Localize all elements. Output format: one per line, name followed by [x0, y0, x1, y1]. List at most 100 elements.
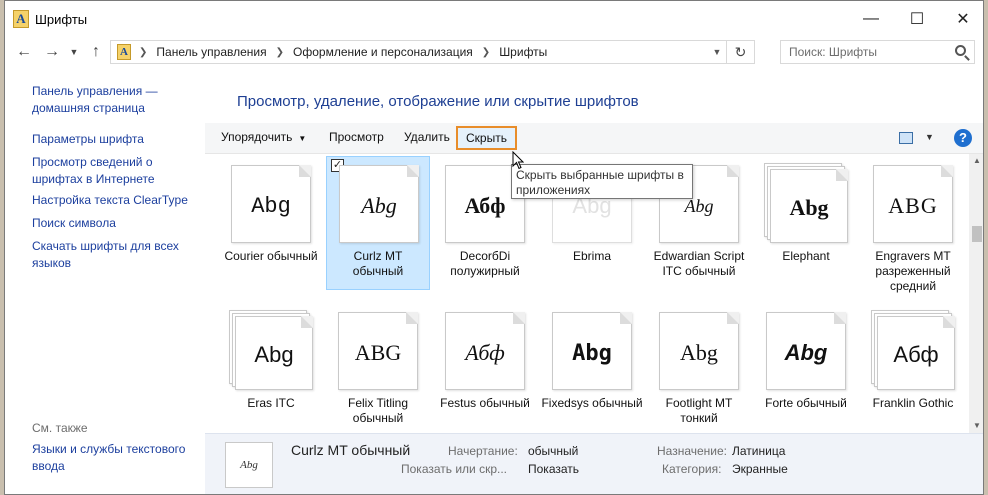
font-tile-festus[interactable]: Абф Festus обычный	[433, 304, 537, 433]
selected-font-thumbnail: Abg	[225, 442, 273, 488]
font-family-icon: Abg	[764, 163, 848, 243]
font-tile-curlz-mt[interactable]: ✓ Abg Curlz MT обычный	[326, 156, 430, 290]
chevron-right-icon[interactable]: ❯	[276, 47, 284, 58]
font-tile-franklin-gothic[interactable]: Абф Franklin Gothic	[861, 304, 965, 433]
font-tile-label: DecorбDi полужирный	[450, 249, 520, 278]
style-label: Начертание:	[448, 444, 518, 458]
font-tile-label: Forte обычный	[765, 396, 847, 410]
back-arrow-icon[interactable]: ←	[13, 42, 35, 62]
view-options-chevron-icon[interactable]: ▼	[925, 132, 934, 142]
font-tile-courier[interactable]: Abg Courier обычный	[219, 157, 323, 291]
font-sample: Abg	[572, 340, 612, 366]
selected-font-name: Curlz MT обычный	[291, 442, 411, 458]
address-bar: ← → ▼ ↑ A ❯ Панель управления ❯ Оформлен…	[5, 37, 983, 67]
hide-tooltip: Скрыть выбранные шрифты в приложениях	[511, 164, 693, 199]
close-button[interactable]: ✕	[940, 1, 983, 37]
font-family-icon: Abg	[229, 310, 313, 390]
maximize-button[interactable]: ☐	[894, 1, 940, 37]
font-sample: ABG	[354, 340, 402, 365]
sidebar-link-language-services[interactable]: Языки и службы текстового ввода	[32, 441, 192, 475]
font-tile-label: Edwardian Script ITC обычный	[653, 249, 745, 278]
scroll-up-icon[interactable]: ▲	[969, 154, 983, 168]
breadcrumb-item-control-panel[interactable]: Панель управления	[156, 45, 266, 59]
font-tile-footlight-mt[interactable]: Abg Footlight MT тонкий	[647, 304, 751, 433]
font-tile-eras-itc[interactable]: Abg Eras ITC	[219, 304, 323, 433]
sidebar-link-font-info-online[interactable]: Просмотр сведений о шрифтах в Интернете	[32, 154, 192, 188]
font-tile-label: Ebrima	[572, 249, 611, 263]
chevron-right-icon[interactable]: ❯	[139, 47, 147, 58]
hide-button[interactable]: Скрыть	[456, 126, 517, 150]
window-title: Шрифты	[35, 12, 88, 27]
chevron-down-icon: ▼	[298, 134, 307, 143]
font-file-icon: Abg	[764, 310, 848, 390]
scroll-down-icon[interactable]: ▼	[969, 419, 983, 433]
font-sample: ABG	[888, 193, 938, 218]
details-pane: Abg Curlz MT обычный Начертание: обычный…	[205, 433, 983, 494]
address-dropdown-icon[interactable]: ▼	[708, 47, 726, 57]
font-sample: Abg	[680, 340, 718, 365]
forward-arrow-icon[interactable]: →	[41, 42, 63, 62]
help-icon[interactable]: ?	[954, 129, 972, 147]
font-sample: Abg	[361, 193, 397, 218]
breadcrumb-item-appearance[interactable]: Оформление и персонализация	[293, 45, 473, 59]
search-icon[interactable]	[955, 45, 966, 56]
sidebar-link-cleartype[interactable]: Настройка текста ClearType	[32, 192, 192, 209]
page-title: Просмотр, удаление, отображение или скры…	[237, 93, 639, 110]
see-also-heading: См. также	[32, 421, 88, 435]
category-label: Категория:	[662, 462, 722, 476]
delete-button[interactable]: Удалить	[396, 126, 458, 150]
font-tile-label: Eras ITC	[247, 396, 295, 410]
recent-locations-chevron-icon[interactable]: ▼	[63, 42, 85, 62]
minimize-button[interactable]: —	[848, 1, 894, 37]
font-tile-elephant[interactable]: Abg Elephant	[754, 157, 858, 291]
font-tile-label: Felix Titling обычный	[347, 396, 409, 425]
search-input[interactable]	[789, 45, 949, 59]
sidebar-link-find-character[interactable]: Поиск символа	[32, 215, 192, 232]
font-tile-label: Curlz MT обычный	[352, 249, 404, 278]
font-tile-label: Footlight MT тонкий	[665, 396, 733, 425]
sidebar-link-download-fonts[interactable]: Скачать шрифты для всех языков	[32, 238, 192, 272]
breadcrumb[interactable]: A ❯ Панель управления ❯ Оформление и пер…	[110, 40, 755, 64]
sidebar: Панель управления — домашняя страница Па…	[5, 67, 205, 494]
scrollbar-thumb[interactable]	[972, 226, 982, 242]
breadcrumb-item-fonts[interactable]: Шрифты	[499, 45, 547, 59]
sidebar-link-control-panel-home[interactable]: Панель управления — домашняя страница	[32, 83, 192, 117]
font-tile-engravers-mt[interactable]: ABG Engravers MT разреженный средний	[861, 157, 965, 293]
search-box[interactable]	[780, 40, 975, 64]
font-tile-label: Engravers MT разреженный средний	[875, 249, 951, 293]
font-sample: Абф	[465, 340, 505, 365]
show-hide-value: Показать	[528, 462, 580, 476]
sidebar-link-font-settings[interactable]: Параметры шрифта	[32, 131, 192, 148]
font-family-icon: Абф	[871, 310, 955, 390]
title-bar: A Шрифты — ☐ ✕	[5, 1, 983, 37]
font-tile-label: Fixedsys обычный	[541, 396, 643, 410]
purpose-value: Латиница	[732, 444, 786, 458]
show-hide-label: Показать или скр...	[401, 462, 508, 476]
font-sample: Абф	[464, 193, 506, 218]
up-arrow-icon[interactable]: ↑	[85, 42, 107, 62]
command-toolbar: Упорядочить ▼ Просмотр Удалить Скрыть ▼ ?	[205, 123, 983, 154]
refresh-icon[interactable]: ↻	[726, 41, 754, 63]
font-sample: Abg	[254, 342, 294, 367]
font-tile-forte[interactable]: Abg Forte обычный	[754, 304, 858, 433]
font-tile-felix-titling[interactable]: ABG Felix Titling обычный	[326, 304, 430, 433]
font-tile-label: Festus обычный	[440, 396, 530, 410]
font-file-icon: ABG	[336, 310, 420, 390]
font-tile-fixedsys[interactable]: Abg Fixedsys обычный	[540, 304, 644, 433]
organize-button[interactable]: Упорядочить ▼	[213, 126, 314, 150]
font-file-icon: Abg	[657, 310, 741, 390]
preview-button[interactable]: Просмотр	[321, 126, 392, 150]
mouse-cursor-icon	[512, 151, 524, 170]
font-file-icon: Абф	[443, 310, 527, 390]
fonts-location-icon: A	[117, 44, 131, 60]
font-tile-label: Elephant	[782, 249, 830, 263]
font-file-icon: Abg	[337, 163, 421, 243]
font-file-icon: Abg	[229, 163, 313, 243]
category-value: Экранные	[732, 462, 788, 476]
vertical-scrollbar[interactable]: ▲ ▼	[969, 154, 983, 433]
font-file-icon: ABG	[871, 163, 955, 243]
organize-label: Упорядочить	[221, 130, 293, 144]
change-view-icon[interactable]	[899, 132, 913, 144]
purpose-label: Назначение:	[657, 444, 728, 458]
chevron-right-icon[interactable]: ❯	[482, 47, 490, 58]
